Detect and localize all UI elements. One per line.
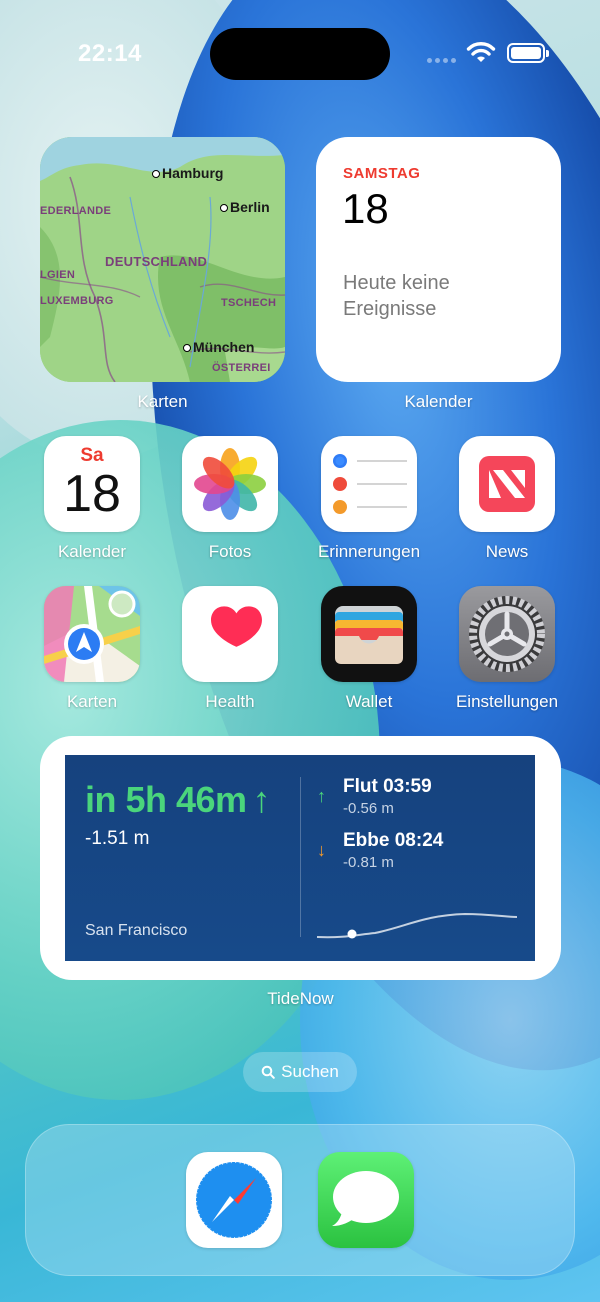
status-time: 22:14 <box>78 40 142 67</box>
map-country-label: EDERLANDE <box>40 205 112 217</box>
app-label: Einstellungen <box>455 692 559 711</box>
wifi-icon <box>466 42 496 62</box>
arrow-down-icon: ↓ <box>317 840 326 860</box>
app-label: Erinnerungen <box>317 542 421 561</box>
tide-panel: in 5h 46m ↑ -1.51 m San Francisco ↑ Flut … <box>65 755 535 961</box>
arrow-up-icon: ↑ <box>252 779 271 820</box>
tide-low-value: -0.81 m <box>343 854 394 871</box>
safari-icon <box>186 1152 282 1248</box>
map-country-label: LUXEMBURG <box>40 295 114 307</box>
dynamic-island <box>210 28 390 80</box>
calendar-date: 18 <box>342 185 389 232</box>
search-icon <box>261 1065 275 1079</box>
tide-high-label: Flut 03:59 <box>343 776 432 797</box>
tide-current-height: -1.51 m <box>85 828 150 849</box>
calendar-events-text: Heute keine Ereignisse <box>343 272 450 320</box>
tidenow-widget[interactable]: in 5h 46m ↑ -1.51 m San Francisco ↑ Flut … <box>40 736 561 980</box>
health-icon <box>182 586 278 682</box>
search-label: Suchen <box>281 1062 339 1081</box>
battery-icon <box>507 43 549 63</box>
cellular-icon <box>427 58 456 63</box>
map-country-label: LGIEN <box>40 269 76 281</box>
calendar-widget[interactable]: SAMSTAG 18 Heute keine Ereignisse <box>316 137 561 382</box>
tide-countdown: in 5h 46m ↑ <box>85 779 271 820</box>
app-label: Kalender <box>57 542 127 561</box>
app-label: Wallet <box>345 692 393 711</box>
settings-icon <box>459 586 555 682</box>
messages-icon <box>318 1152 414 1248</box>
app-wallet[interactable]: Wallet <box>299 586 439 712</box>
wallet-icon <box>321 586 417 682</box>
app-news[interactable]: News <box>437 436 577 562</box>
calendar-icon: Sa 18 <box>44 436 140 532</box>
maps-widget[interactable]: Hamburg Berlin München EDERLANDE DEUTSCH… <box>40 137 285 382</box>
map-country-label: TSCHECH <box>221 297 277 309</box>
map-city-berlin: Berlin <box>220 199 270 215</box>
photos-icon <box>182 436 278 532</box>
maps-widget-caption: Karten <box>137 392 188 411</box>
calendar-weekday: SAMSTAG <box>343 165 421 182</box>
map-city-hamburg: Hamburg <box>152 165 223 181</box>
dock-app-safari[interactable] <box>164 1152 304 1248</box>
app-label: Karten <box>66 692 118 711</box>
tide-high-value: -0.56 m <box>343 800 394 817</box>
calendar-widget-caption: Kalender <box>404 392 473 411</box>
tidenow-widget-caption: TideNow <box>267 989 334 1008</box>
app-label: Health <box>205 692 255 711</box>
arrow-up-icon: ↑ <box>317 786 326 806</box>
app-karten[interactable]: Karten <box>22 586 162 712</box>
map-city-munchen: München <box>183 339 254 355</box>
app-einstellungen[interactable]: Einstellungen <box>437 586 577 712</box>
app-label: Fotos <box>208 542 252 561</box>
app-label: News <box>485 542 529 561</box>
maps-icon <box>44 586 140 682</box>
app-erinnerungen[interactable]: Erinnerungen <box>299 436 439 562</box>
map-country-label: ÖSTERREI <box>212 362 271 374</box>
news-icon <box>459 436 555 532</box>
app-kalender[interactable]: Sa 18 Kalender <box>22 436 162 562</box>
app-fotos[interactable]: Fotos <box>160 436 300 562</box>
tide-low-label: Ebbe 08:24 <box>343 830 444 851</box>
map-country-label: DEUTSCHLAND <box>105 254 208 269</box>
tide-curve <box>316 912 518 939</box>
tide-divider <box>300 777 301 937</box>
search-button[interactable]: Suchen <box>243 1052 357 1092</box>
reminders-icon <box>321 436 417 532</box>
tide-location: San Francisco <box>85 922 188 939</box>
app-health[interactable]: Health <box>160 586 300 712</box>
dock-app-messages[interactable] <box>296 1152 436 1248</box>
